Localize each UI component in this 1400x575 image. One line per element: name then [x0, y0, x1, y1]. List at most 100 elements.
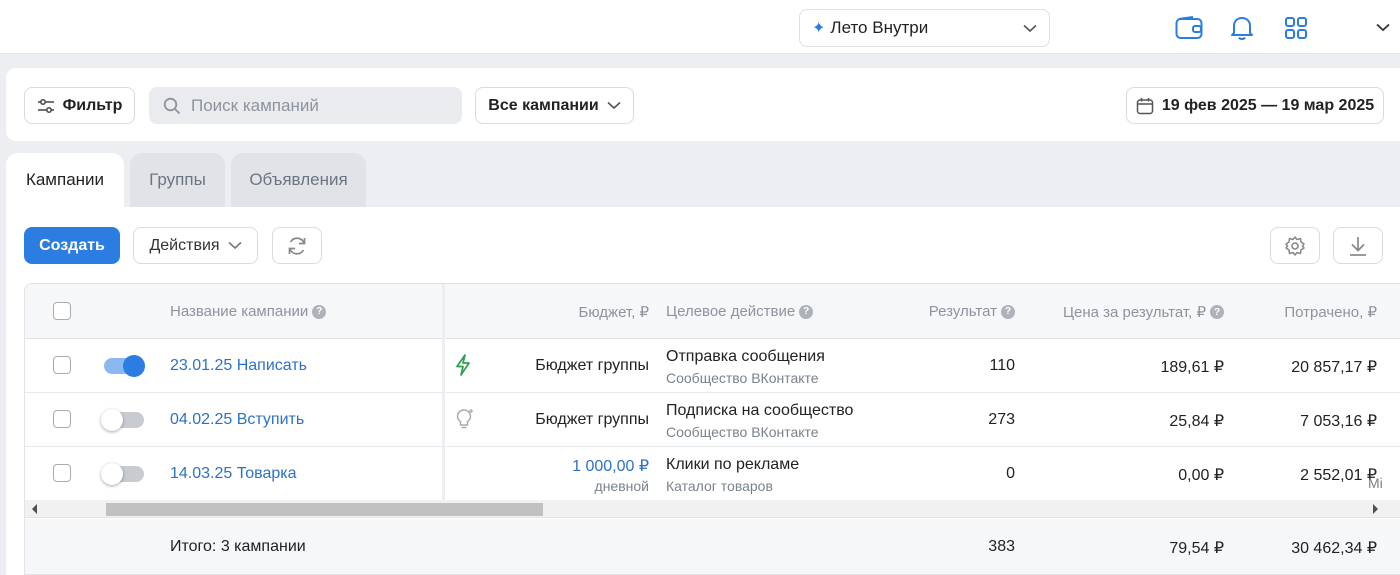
- target-action: Клики по рекламе: [666, 456, 800, 473]
- row-checkbox[interactable]: [53, 356, 71, 374]
- refresh-icon: [288, 236, 306, 255]
- help-icon[interactable]: ?: [799, 304, 814, 319]
- campaigns-table: Название кампании ? Бюджет, ₽ Целевое де…: [24, 283, 1400, 575]
- campaign-filter-label: Все кампании: [488, 96, 599, 114]
- column-header-label: Цена за результат, ₽: [1062, 304, 1206, 321]
- tab-campaigns[interactable]: Кампании: [6, 153, 124, 207]
- column-header-label: Результат: [928, 303, 997, 320]
- sparkle-icon: ✦: [812, 20, 826, 37]
- totals-result: 383: [988, 538, 1015, 555]
- select-all-checkbox[interactable]: [53, 302, 71, 320]
- column-header-budget[interactable]: Бюджет, ₽: [579, 303, 649, 321]
- chevron-down-icon: [607, 101, 621, 110]
- column-header-label: Потрачено, ₽: [1284, 304, 1377, 321]
- campaign-filter-select[interactable]: Все кампании: [475, 87, 634, 124]
- column-header-label: Название кампании: [170, 303, 309, 320]
- actions-label: Действия: [149, 236, 220, 254]
- table-row: 23.01.25 Написать Бюджет группы Отправка…: [25, 339, 1400, 393]
- account-selector[interactable]: ✦ Лето Внутри: [799, 9, 1050, 47]
- search-box: [149, 87, 462, 124]
- row-checkbox[interactable]: [53, 464, 71, 482]
- table-header: Название кампании ? Бюджет, ₽ Целевое де…: [25, 284, 1400, 339]
- tab-label: Кампании: [25, 170, 105, 189]
- overflow-column-text: Мі: [1368, 475, 1383, 491]
- scroll-right-arrow-icon[interactable]: [1373, 504, 1378, 514]
- column-header-spent[interactable]: Потрачено, ₽: [1284, 303, 1377, 321]
- frozen-column-divider: [442, 284, 445, 500]
- tab-label: Объявления: [249, 170, 348, 189]
- budget-period: дневной: [594, 478, 649, 494]
- help-icon[interactable]: ?: [1001, 304, 1015, 319]
- target-action: Подписка на сообщество: [666, 402, 854, 419]
- search-icon: [163, 97, 181, 114]
- target-source: Сообщество ВКонтакте: [666, 424, 819, 440]
- target-action: Отправка сообщения: [666, 348, 825, 365]
- settings-button[interactable]: [1270, 227, 1320, 264]
- totals-price: 79,54 ₽: [1169, 540, 1224, 557]
- totals-spent: 30 462,34 ₽: [1291, 540, 1377, 557]
- help-icon[interactable]: ?: [312, 304, 327, 319]
- date-range-picker[interactable]: 19 фев 2025 — 19 мар 2025: [1126, 87, 1384, 124]
- chevron-down-icon: [228, 241, 242, 250]
- lightbulb-icon: [455, 408, 475, 435]
- gear-icon: [1285, 235, 1305, 256]
- tab-label: Группы: [149, 170, 206, 189]
- horizontal-scrollbar[interactable]: [25, 500, 1400, 518]
- profile-menu-chevron-icon[interactable]: [1376, 19, 1390, 37]
- column-header-label: Бюджет, ₽: [578, 304, 649, 321]
- tab-ads[interactable]: Объявления: [231, 153, 366, 207]
- table-row: 14.03.25 Товарка 1 000,00 ₽ дневной Клик…: [25, 447, 1400, 501]
- column-header-name[interactable]: Название кампании ?: [170, 303, 327, 320]
- bell-icon[interactable]: [1227, 13, 1257, 43]
- search-input[interactable]: [191, 95, 451, 116]
- spent-value: 20 857,17 ₽: [1291, 359, 1377, 376]
- target-source: Сообщество ВКонтакте: [666, 370, 819, 386]
- campaign-name-link[interactable]: 23.01.25 Написать: [170, 357, 307, 375]
- column-header-price[interactable]: Цена за результат, ₽ ?: [1063, 303, 1224, 321]
- result-value: 110: [989, 357, 1015, 374]
- campaign-name-link[interactable]: 14.03.25 Товарка: [170, 465, 297, 483]
- campaign-toggle[interactable]: [104, 355, 145, 377]
- filter-panel: Фильтр Все кампании 19 фев 2025 — 19 мар…: [6, 68, 1400, 141]
- help-icon[interactable]: ?: [1210, 305, 1224, 319]
- totals-label: Итого: 3 кампании: [170, 538, 306, 555]
- create-button[interactable]: Создать: [24, 227, 120, 264]
- campaign-toggle[interactable]: [101, 409, 144, 431]
- column-header-label: Целевое действие: [666, 303, 796, 320]
- result-value: 0: [1006, 465, 1015, 482]
- column-header-result[interactable]: Результат ?: [929, 303, 1015, 320]
- totals-row: Итого: 3 кампании 383 79,54 ₽ 30 462,34 …: [25, 519, 1400, 574]
- download-button[interactable]: [1333, 227, 1383, 264]
- budget-value[interactable]: 1 000,00 ₽: [572, 456, 649, 476]
- row-checkbox[interactable]: [53, 410, 71, 428]
- sliders-icon: [37, 98, 54, 113]
- tab-groups[interactable]: Группы: [130, 153, 225, 207]
- filter-label: Фильтр: [62, 96, 123, 114]
- scroll-left-arrow-icon[interactable]: [32, 504, 37, 514]
- apps-grid-icon[interactable]: [1281, 13, 1311, 43]
- actions-dropdown[interactable]: Действия: [133, 227, 258, 264]
- spent-value: 2 552,01 ₽: [1300, 467, 1377, 484]
- scrollbar-thumb[interactable]: [106, 503, 543, 516]
- target-source: Каталог товаров: [666, 478, 773, 494]
- campaign-toggle[interactable]: [101, 463, 144, 485]
- budget-value: Бюджет группы: [535, 357, 649, 374]
- result-value: 273: [988, 411, 1015, 428]
- price-value: 0,00 ₽: [1178, 467, 1224, 484]
- refresh-button[interactable]: [272, 227, 322, 264]
- budget-value: Бюджет группы: [535, 411, 649, 428]
- top-bar: ✦ Лето Внутри: [0, 0, 1400, 54]
- filter-button[interactable]: Фильтр: [24, 87, 135, 124]
- chevron-down-icon: [1023, 24, 1037, 33]
- spent-value: 7 053,16 ₽: [1300, 413, 1377, 430]
- column-header-target[interactable]: Целевое действие ?: [666, 303, 814, 320]
- calendar-icon: [1136, 97, 1154, 114]
- table-row: 04.02.25 Вступить Бюджет группы Подписка…: [25, 393, 1400, 447]
- wallet-icon[interactable]: [1174, 13, 1204, 43]
- campaign-name-link[interactable]: 04.02.25 Вступить: [170, 411, 304, 429]
- price-value: 189,61 ₽: [1160, 359, 1224, 376]
- date-range-label: 19 фев 2025 — 19 мар 2025: [1161, 96, 1375, 114]
- price-value: 25,84 ₽: [1169, 413, 1224, 430]
- lightning-icon: [455, 354, 471, 381]
- account-name: Лето Внутри: [830, 18, 929, 37]
